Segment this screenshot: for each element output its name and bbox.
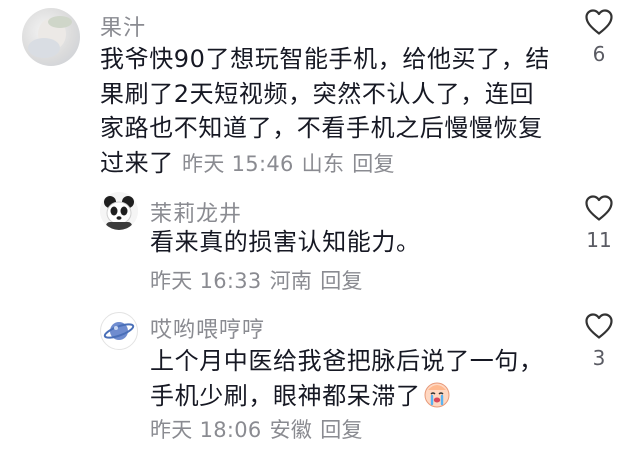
like-button[interactable]: 11 [579, 194, 619, 252]
like-count: 3 [592, 346, 606, 370]
comment-item: 果汁 我爷快90了想玩智能手机，给他买了，结果刷了2天短视频，突然不认人了，连回… [0, 0, 640, 180]
comment-item: 哎哟喂哼哼 上个月中医给我爸把脉后说了一句，手机少刷，眼神都呆滞了 昨天 18:… [0, 300, 640, 451]
username[interactable]: 茉莉龙井 [150, 196, 242, 228]
comment-text: 我爷快90了想玩智能手机，给他买了，结果刷了2天短视频，突然不认人了，连回家路也… [100, 42, 550, 181]
comment-item: 茉莉龙井 看来真的损害认知能力。 昨天 16:33 河南 回复 11 [0, 180, 640, 300]
comment-time: 昨天 16:33 [150, 269, 262, 293]
comment-meta: 昨天 15:46 山东 回复 [182, 152, 403, 176]
comment-content: 上个月中医给我爸把脉后说了一句，手机少刷，眼神都呆滞了 [150, 347, 544, 410]
avatar[interactable] [22, 8, 80, 66]
like-count: 11 [586, 228, 612, 252]
comment-location: 山东 [301, 151, 345, 176]
comment-meta: 昨天 18:06 安徽 回复 [150, 414, 371, 444]
crying-emoji-icon [423, 380, 451, 418]
like-button[interactable]: 6 [579, 8, 619, 66]
like-count: 6 [592, 42, 606, 66]
heart-outline-icon [585, 195, 613, 221]
reply-button[interactable]: 回复 [320, 418, 363, 442]
comment-content: 看来真的损害认知能力。 [150, 228, 421, 256]
avatar[interactable] [100, 312, 138, 350]
heart-outline-icon [585, 313, 613, 339]
comment-meta: 昨天 16:33 河南 回复 [150, 265, 371, 295]
reply-button[interactable]: 回复 [352, 152, 395, 176]
comment-time: 昨天 15:46 [182, 151, 294, 176]
like-button[interactable]: 3 [579, 312, 619, 370]
reply-button[interactable]: 回复 [320, 269, 363, 293]
username[interactable]: 哎哟喂哼哼 [150, 312, 265, 344]
comment-location: 河南 [269, 269, 313, 293]
comment-location: 安徽 [269, 418, 313, 442]
comment-time: 昨天 18:06 [150, 418, 262, 442]
username[interactable]: 果汁 [100, 10, 146, 42]
heart-outline-icon [585, 9, 613, 35]
avatar[interactable] [100, 192, 138, 230]
comment-text: 上个月中医给我爸把脉后说了一句，手机少刷，眼神都呆滞了 [150, 344, 545, 417]
